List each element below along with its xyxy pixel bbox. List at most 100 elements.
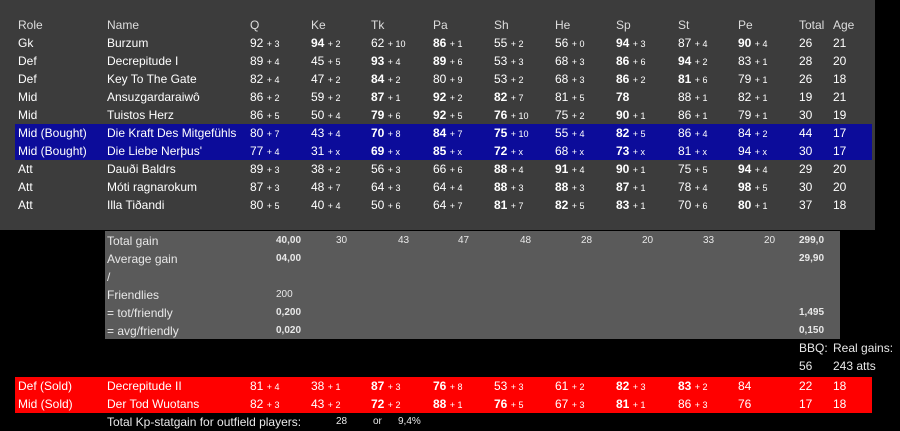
stat-value: 81 — [616, 397, 630, 411]
stat-value: 77 — [250, 144, 264, 158]
stat-q: 89 + 4 — [250, 52, 279, 70]
avg-friendly-row: = avg/friendly 0,020 0,150 — [0, 322, 900, 340]
stat-value: 94 — [678, 54, 692, 68]
stat-delta: + 4 — [694, 183, 708, 193]
stat-value: 94 — [616, 36, 630, 50]
stat-value: 53 — [494, 54, 508, 68]
stat-q: 86 + 2 — [250, 88, 279, 106]
total-gain-row: Total gain 40,00 30 43 47 48 28 20 33 20 299,0 — [0, 232, 900, 250]
stat-value: 76 — [433, 379, 447, 393]
stat-value: 79 — [738, 108, 752, 122]
stat-pa: 80 + 9 — [433, 70, 462, 88]
stat-delta: + 7 — [449, 201, 463, 211]
stat-value: 80 — [738, 198, 752, 212]
stat-value: 72 — [494, 144, 508, 158]
player-total: 30 — [799, 180, 813, 194]
total-gain-value: 47 — [458, 235, 470, 246]
stat-pa: 89 + 6 — [433, 52, 462, 70]
total-gain-value: 20 — [642, 235, 654, 246]
stat-value: 87 — [616, 180, 630, 194]
stat-pa: 92 + 5 — [433, 106, 462, 124]
stat-sp: 90 + 1 — [616, 106, 645, 124]
player-age: 17 — [833, 144, 847, 158]
player-name: Der Tod Wuotans — [107, 397, 200, 411]
stat-value: 69 — [371, 144, 385, 158]
total-gain-value: 43 — [398, 235, 410, 246]
stat-sh: 53 + 3 — [494, 377, 523, 395]
stat-delta: + 1 — [754, 57, 768, 67]
stat-tk: 69 + x — [371, 142, 400, 160]
stat-value: 81 — [494, 198, 508, 212]
player-name: Decrepitude II — [107, 379, 182, 393]
header-he: He — [555, 18, 571, 32]
player-row: Att Dauði Baldrs 89 + 3 38 + 2 56 + 3 66 + 6 8… — [0, 160, 900, 178]
player-age: 18 — [833, 198, 847, 212]
stat-delta: + 4 — [327, 201, 341, 211]
stat-tk: 64 + 3 — [371, 178, 400, 196]
stat-sh: 82 + 7 — [494, 88, 523, 106]
stat-delta: + 2 — [694, 382, 708, 392]
total-gain-value: 48 — [520, 235, 532, 246]
player-total: 26 — [799, 36, 813, 50]
stat-delta: + 6 — [694, 75, 708, 85]
stat-delta: + x — [510, 147, 523, 157]
stat-q: 86 + 5 — [250, 106, 279, 124]
stat-delta: + 1 — [632, 201, 646, 211]
player-age: 21 — [833, 90, 847, 104]
stat-ke: 94 + 2 — [311, 34, 340, 52]
player-role: Def (Sold) — [18, 379, 73, 393]
stat-he: 81 + 5 — [555, 88, 584, 106]
stat-q: 77 + 4 — [250, 142, 279, 160]
stat-delta: + 4 — [571, 165, 585, 175]
stat-value: 31 — [311, 144, 325, 158]
stat-delta: + 2 — [327, 400, 341, 410]
kp-statgain-value: 28 — [336, 416, 348, 427]
header-sh: Sh — [494, 18, 509, 32]
stat-delta: + 1 — [694, 111, 708, 121]
stat-q: 81 + 4 — [250, 377, 279, 395]
stat-delta: + 1 — [632, 183, 646, 193]
stat-value: 55 — [555, 126, 569, 140]
stat-delta: + 4 — [327, 111, 341, 121]
stat-delta: + 7 — [266, 129, 280, 139]
stat-value: 84 — [433, 126, 447, 140]
stat-value: 43 — [311, 126, 325, 140]
header-total: Total — [799, 18, 825, 32]
stat-delta: + x — [754, 147, 767, 157]
player-name: Móti ragnarokum — [107, 180, 198, 194]
header-st: St — [678, 18, 690, 32]
player-role: Mid (Bought) — [18, 126, 87, 140]
stat-delta: + 6 — [449, 165, 463, 175]
stat-value: 79 — [371, 108, 385, 122]
stat-sh: 76 + 10 — [494, 106, 528, 124]
stat-value: 86 — [616, 72, 630, 86]
stat-value: 86 — [250, 90, 264, 104]
stat-value: 82 — [616, 126, 630, 140]
stat-he: 68 + 3 — [555, 70, 584, 88]
stat-value: 93 — [371, 54, 385, 68]
stat-delta: + 3 — [571, 183, 585, 193]
stat-value: 61 — [555, 379, 569, 393]
stat-sh: 88 + 4 — [494, 160, 523, 178]
stat-tk: 93 + 4 — [371, 52, 400, 70]
stat-pa: 84 + 7 — [433, 124, 462, 142]
player-role: Gk — [18, 36, 34, 50]
stat-delta: + x — [449, 147, 462, 157]
stat-value: 40 — [311, 198, 325, 212]
player-age: 20 — [833, 162, 847, 176]
stat-delta: + 4 — [449, 183, 463, 193]
stat-tk: 70 + 8 — [371, 124, 400, 142]
stat-ke: 47 + 2 — [311, 70, 340, 88]
stat-delta: + 4 — [694, 39, 708, 49]
stat-delta: + 9 — [449, 75, 463, 85]
stat-value: 82 — [250, 397, 264, 411]
player-name: Illa Tiðandi — [107, 198, 165, 212]
stat-st: 86 + 3 — [678, 395, 707, 413]
stat-q: 89 + 3 — [250, 160, 279, 178]
stat-delta: + 3 — [387, 382, 401, 392]
stat-value: 68 — [555, 72, 569, 86]
stat-delta: + 3 — [694, 400, 708, 410]
stat-value: 70 — [678, 198, 692, 212]
stat-delta: + 1 — [387, 93, 401, 103]
stat-delta: + x — [327, 147, 340, 157]
